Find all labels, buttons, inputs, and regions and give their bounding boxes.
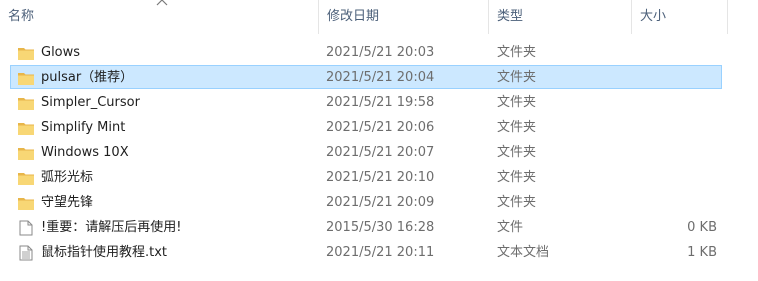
column-header-bar: 名称 修改日期 类型 大小 [0, 0, 758, 34]
file-size: 0 KB [687, 220, 717, 235]
column-header-size[interactable]: 大小 [631, 0, 727, 34]
column-header-filler [727, 0, 758, 34]
file-name: Simplify Mint [41, 120, 126, 135]
file-name: pulsar（推荐） [41, 70, 134, 85]
file-date-modified: 2021/5/21 20:11 [326, 245, 435, 260]
column-header-name[interactable]: 名称 [0, 0, 318, 34]
folder-icon [18, 148, 34, 160]
file-date-modified: 2021/5/21 20:06 [326, 120, 435, 135]
file-type: 文件夹 [497, 95, 537, 110]
file-row[interactable]: 鼠标指针使用教程.txt 2021/5/21 20:11 文本文档 1 KB [10, 240, 722, 264]
file-name: Glows [41, 45, 81, 60]
file-row[interactable]: !重要：请解压后再使用! 2015/5/30 16:28 文件 0 KB [10, 215, 722, 239]
file-name: 鼠标指针使用教程.txt [41, 245, 168, 260]
folder-row[interactable]: pulsar（推荐） 2021/5/21 20:04 文件夹 [10, 65, 722, 89]
file-type: 文件 [497, 220, 524, 235]
text-file-icon [19, 245, 33, 261]
file-size: 1 KB [687, 245, 717, 260]
folder-row[interactable]: Glows 2021/5/21 20:03 文件夹 [10, 40, 722, 64]
folder-row[interactable]: 弧形光标 2021/5/21 20:10 文件夹 [10, 165, 722, 189]
file-type: 文件夹 [497, 195, 537, 210]
file-type: 文件夹 [497, 145, 537, 160]
folder-row[interactable]: Simplify Mint 2021/5/21 20:06 文件夹 [10, 115, 722, 139]
file-type: 文件夹 [497, 170, 537, 185]
folder-row[interactable]: Windows 10X 2021/5/21 20:07 文件夹 [10, 140, 722, 164]
blank-file-icon [19, 220, 33, 236]
file-type: 文件夹 [497, 70, 537, 85]
file-date-modified: 2021/5/21 20:03 [326, 45, 435, 60]
folder-icon [18, 73, 34, 85]
file-date-modified: 2021/5/21 20:07 [326, 145, 435, 160]
file-name: 弧形光标 [41, 170, 94, 185]
file-name: Simpler_Cursor [41, 95, 140, 110]
file-type: 文本文档 [497, 245, 550, 260]
folder-row[interactable]: Simpler_Cursor 2021/5/21 19:58 文件夹 [10, 90, 722, 114]
file-name: Windows 10X [41, 145, 129, 160]
file-name: 守望先锋 [41, 195, 94, 210]
file-date-modified: 2015/5/30 16:28 [326, 220, 435, 235]
folder-icon [18, 48, 34, 60]
folder-row[interactable]: 守望先锋 2021/5/21 20:09 文件夹 [10, 190, 722, 214]
file-date-modified: 2021/5/21 20:10 [326, 170, 435, 185]
folder-icon [18, 98, 34, 110]
column-header-type[interactable]: 类型 [488, 0, 631, 34]
file-date-modified: 2021/5/21 20:09 [326, 195, 435, 210]
column-header-date-modified[interactable]: 修改日期 [318, 0, 488, 34]
file-date-modified: 2021/5/21 19:58 [326, 95, 435, 110]
file-type: 文件夹 [497, 45, 537, 60]
folder-icon [18, 173, 34, 185]
folder-icon [18, 123, 34, 135]
file-name: !重要：请解压后再使用! [41, 220, 182, 235]
file-type: 文件夹 [497, 120, 537, 135]
file-date-modified: 2021/5/21 20:04 [326, 70, 435, 85]
folder-icon [18, 198, 34, 210]
